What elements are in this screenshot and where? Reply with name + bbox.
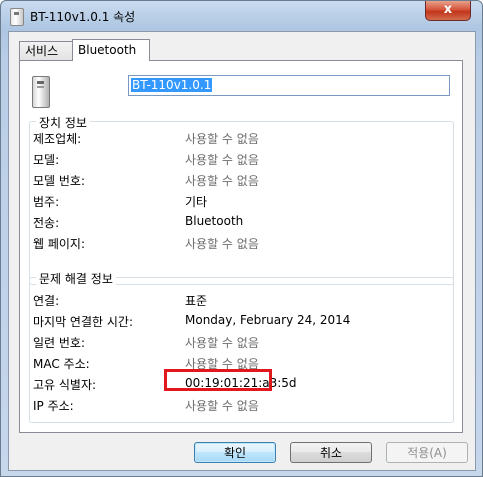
tab-bluetooth[interactable]: Bluetooth xyxy=(72,39,150,61)
info-row-model-number: 모델 번호: 사용할 수 없음 xyxy=(30,172,453,190)
info-row-transport: 전송: Bluetooth xyxy=(30,214,453,232)
row-value: 사용할 수 없음 xyxy=(185,237,259,251)
row-value: 사용할 수 없음 xyxy=(185,132,259,146)
title-bar[interactable]: BT-110v1.0.1 속성 x xyxy=(1,1,482,31)
row-label: 모델: xyxy=(33,153,60,167)
info-row-manufacturer: 제조업체: 사용할 수 없음 xyxy=(30,130,453,148)
row-value: 사용할 수 없음 xyxy=(185,399,259,413)
troubleshooting-title: 문제 해결 정보 xyxy=(36,270,116,287)
row-label: 마지막 연결한 시간: xyxy=(33,315,133,329)
row-label: 고유 식별자: xyxy=(33,378,97,392)
row-label: IP 주소: xyxy=(33,399,74,413)
device-info-group: 장치 정보 제조업체: 사용할 수 없음 모델: 사용할 수 없음 모델 번호:… xyxy=(29,114,454,285)
row-value: 사용할 수 없음 xyxy=(185,174,259,188)
device-name-selected-text: BT-110v1.0.1 xyxy=(131,78,213,92)
info-row-webpage: 웹 페이지: 사용할 수 없음 xyxy=(30,235,453,253)
device-info-title: 장치 정보 xyxy=(36,114,90,131)
row-label: 범주: xyxy=(33,195,60,209)
info-row-model: 모델: 사용할 수 없음 xyxy=(30,151,453,169)
apply-button[interactable]: 적용(A) xyxy=(386,442,468,463)
row-value: 표준 xyxy=(185,294,208,308)
troubleshooting-group: 문제 해결 정보 연결: 표준 마지막 연결한 시간: Monday, Febr… xyxy=(29,270,454,423)
row-label: 연결: xyxy=(33,294,60,308)
trouble-row-serial: 일련 번호: 사용할 수 없음 xyxy=(30,334,453,352)
row-value: 사용할 수 없음 xyxy=(185,153,259,167)
row-label: 전송: xyxy=(33,216,60,230)
row-value: 기타 xyxy=(185,195,208,209)
row-value: Monday, February 24, 2014 xyxy=(185,313,351,327)
trouble-row-last-connected: 마지막 연결한 시간: Monday, February 24, 2014 xyxy=(30,313,453,331)
close-button[interactable]: x xyxy=(425,1,471,21)
row-label: 일련 번호: xyxy=(33,336,86,350)
row-label: 모델 번호: xyxy=(33,174,86,188)
device-name-field[interactable]: BT-110v1.0.1 xyxy=(128,75,450,96)
cancel-button[interactable]: 취소 xyxy=(290,442,372,463)
device-icon xyxy=(10,8,24,26)
row-label: 제조업체: xyxy=(33,132,82,146)
info-row-category: 범주: 기타 xyxy=(30,193,453,211)
unique-id-highlight-box xyxy=(164,369,272,391)
row-label: MAC 주소: xyxy=(33,357,90,371)
row-value: Bluetooth xyxy=(185,214,244,228)
dialog-client-area: 서비스 Bluetooth BT-110v1.0.1 장치 정보 제조업체: 사… xyxy=(8,31,476,471)
row-label: 웹 페이지: xyxy=(33,237,86,251)
trouble-row-connection: 연결: 표준 xyxy=(30,292,453,310)
row-value: 사용할 수 없음 xyxy=(185,336,259,350)
tab-services[interactable]: 서비스 xyxy=(19,41,74,60)
ok-button[interactable]: 확인 xyxy=(194,442,276,463)
window-title: BT-110v1.0.1 속성 xyxy=(30,10,136,24)
device-icon xyxy=(32,76,50,108)
properties-window: BT-110v1.0.1 속성 x 서비스 Bluetooth BT-110v1… xyxy=(0,0,483,477)
trouble-row-ip: IP 주소: 사용할 수 없음 xyxy=(30,397,453,415)
